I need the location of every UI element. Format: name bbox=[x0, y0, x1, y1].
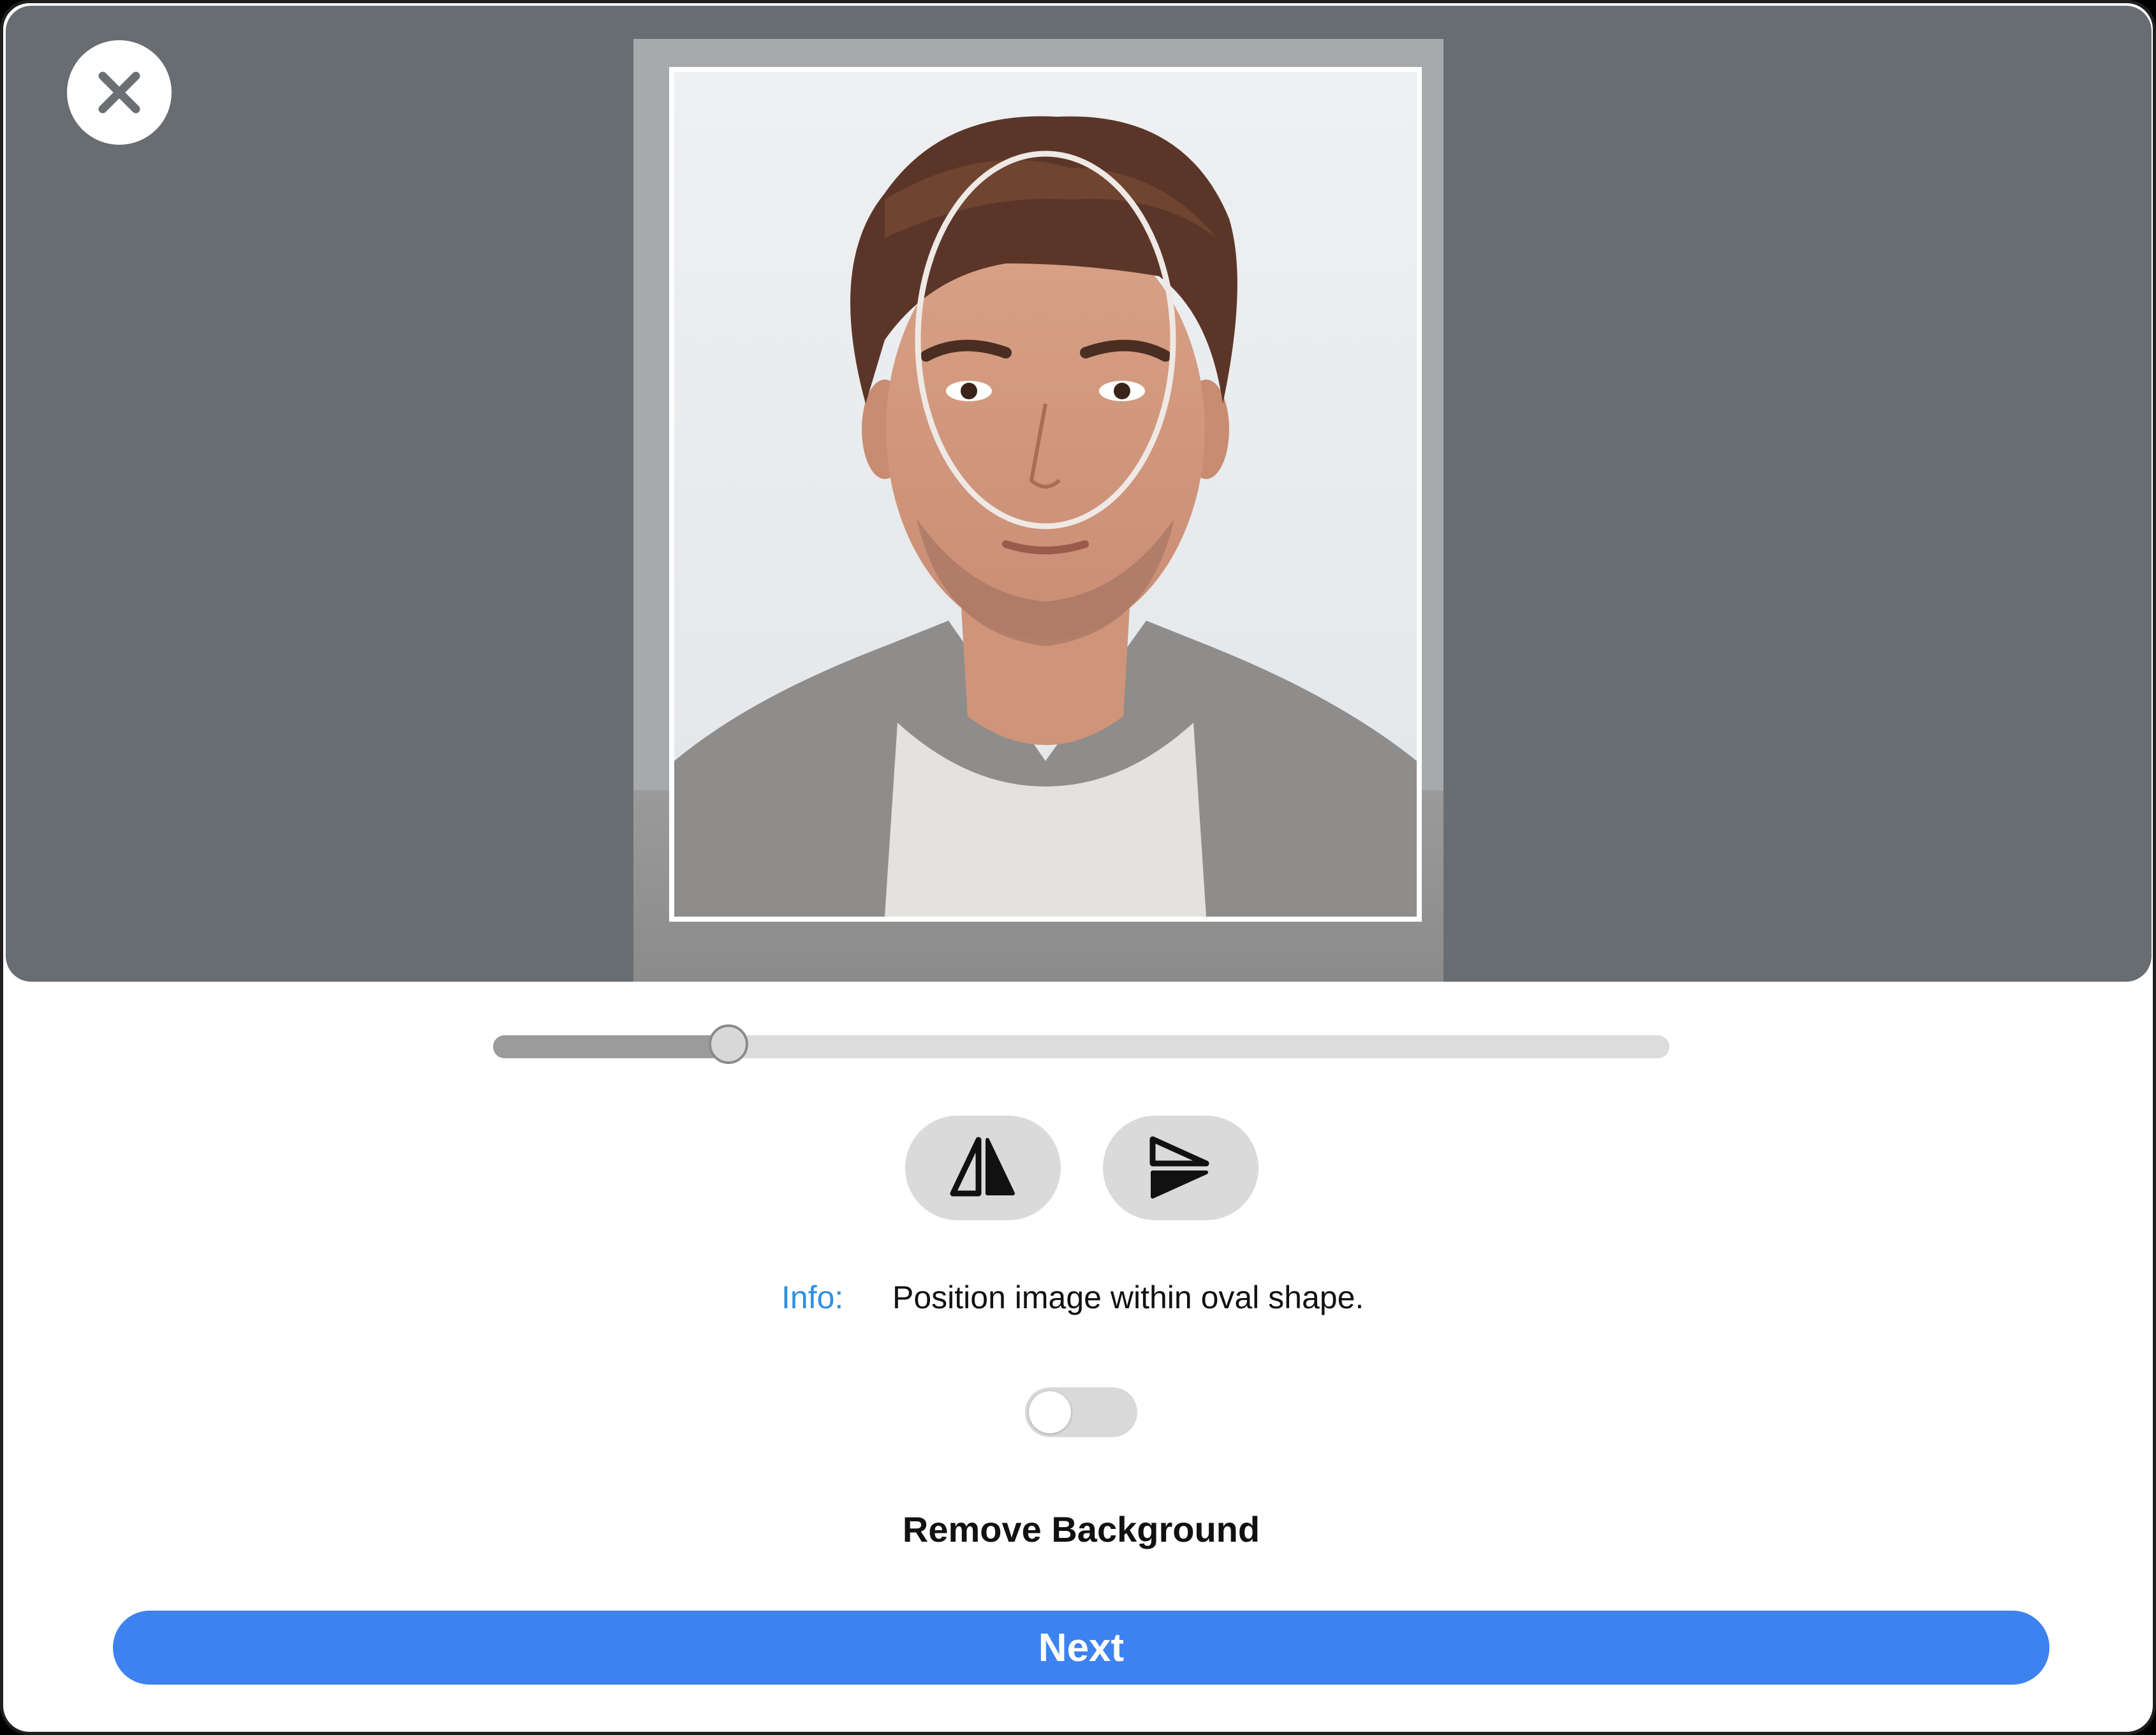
close-button[interactable] bbox=[67, 40, 172, 145]
close-icon bbox=[98, 71, 140, 114]
photo-editor-dialog: Info: Position image within oval shape. … bbox=[0, 0, 2156, 1735]
flip-vertical-button[interactable] bbox=[1103, 1116, 1259, 1220]
flip-horizontal-button[interactable] bbox=[905, 1116, 1061, 1220]
info-label: Info: bbox=[781, 1280, 844, 1315]
image-editor-canvas[interactable] bbox=[6, 6, 2152, 982]
zoom-slider[interactable] bbox=[493, 1024, 1669, 1064]
zoom-slider-thumb[interactable] bbox=[708, 1024, 748, 1064]
zoom-slider-fill bbox=[493, 1035, 728, 1058]
remove-background-label: Remove Background bbox=[902, 1509, 1260, 1549]
photo-frame[interactable] bbox=[669, 67, 1422, 922]
flip-vertical-icon bbox=[1149, 1136, 1209, 1199]
info-text: Position image within oval shape. bbox=[892, 1280, 1364, 1315]
portrait-photo bbox=[674, 72, 1417, 917]
toggle-knob bbox=[1029, 1391, 1071, 1433]
next-button[interactable]: Next bbox=[113, 1611, 2049, 1685]
flip-horizontal-icon bbox=[950, 1137, 1015, 1197]
remove-background-toggle[interactable] bbox=[1025, 1387, 1137, 1437]
